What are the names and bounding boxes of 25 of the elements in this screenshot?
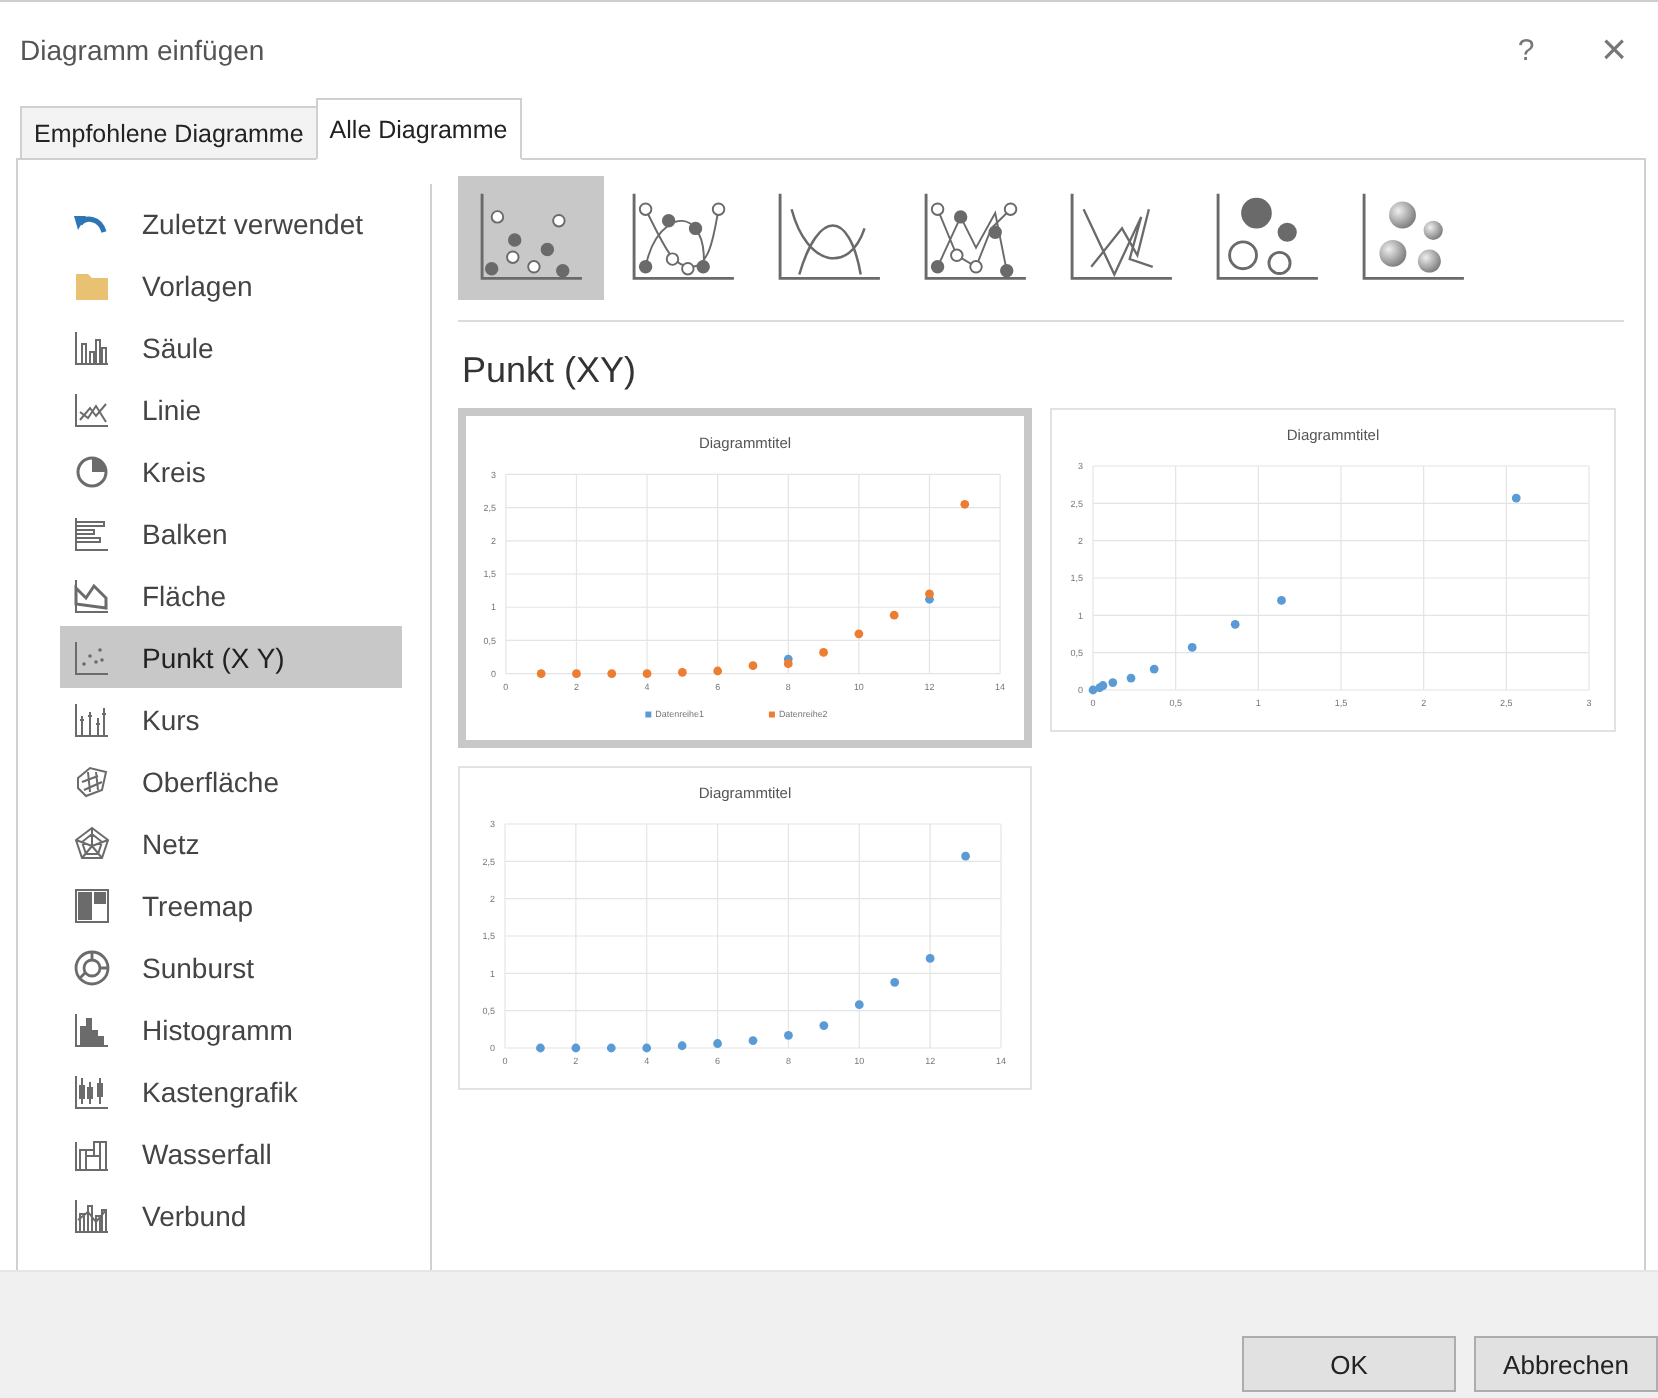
chart-type-item[interactable]: Vorlagen [60, 254, 402, 316]
chart-type-item[interactable]: Treemap [60, 874, 402, 936]
chart-type-item[interactable]: Fläche [60, 564, 402, 626]
chart-type-item[interactable]: Kastengrafik [60, 1060, 402, 1122]
chart-type-item[interactable]: Linie [60, 378, 402, 440]
tab[interactable]: Alle Diagramme [315, 98, 522, 160]
ok-button[interactable]: OK [1242, 1336, 1456, 1392]
chart-type-item[interactable]: Verbund [60, 1184, 402, 1246]
chart-type-item[interactable]: Wasserfall [60, 1122, 402, 1184]
help-button[interactable]: ? [1482, 20, 1570, 80]
chart-type-item[interactable]: Kreis [60, 440, 402, 502]
chart-type-item[interactable]: Punkt (X Y) [60, 626, 402, 688]
chart-type-item[interactable]: Oberfläche [60, 750, 402, 812]
chart-type-item[interactable]: Histogramm [60, 998, 402, 1060]
chart-type-item[interactable]: Netz [60, 812, 402, 874]
chart-type-item[interactable]: Sunburst [60, 936, 402, 998]
chart-type-item[interactable]: Balken [60, 502, 402, 564]
chart-type-item[interactable]: Kurs [60, 688, 402, 750]
tab[interactable]: Empfohlene Diagramme [20, 106, 318, 158]
chart-type-item[interactable]: Zuletzt verwendet [60, 192, 402, 254]
section-heading: Punkt (XY) [462, 350, 639, 392]
cancel-button[interactable]: Abbrechen [1474, 1336, 1658, 1392]
chart-type-item[interactable]: Säule [60, 316, 402, 378]
close-button[interactable]: × [1570, 20, 1658, 80]
window-title: Diagramm einfügen [20, 34, 267, 66]
